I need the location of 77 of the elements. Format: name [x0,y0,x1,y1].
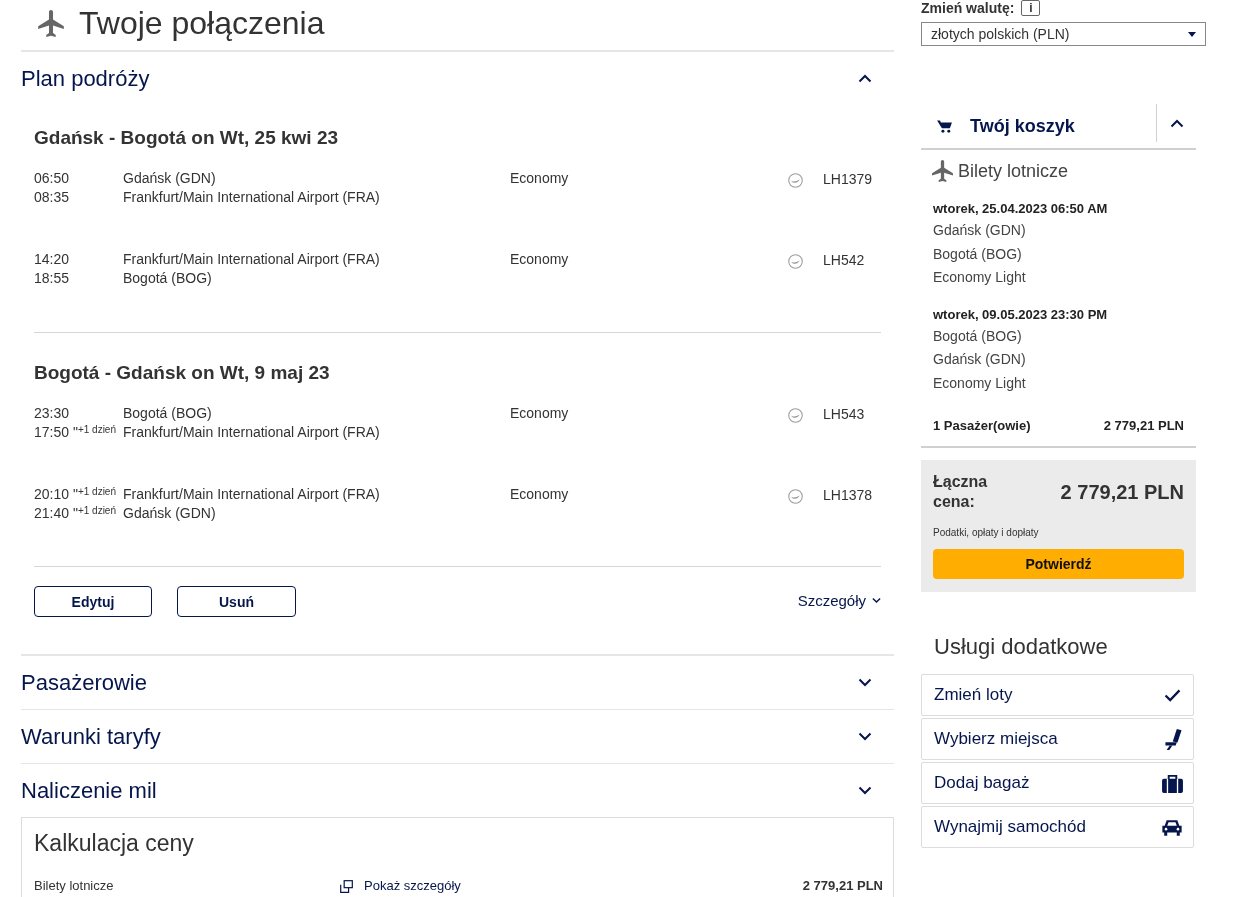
extra-service-button[interactable]: Dodaj bagaż [921,762,1194,804]
accordion-header[interactable]: Naliczenie mil [21,764,894,817]
extras-title: Usługi dodatkowe [933,633,1109,661]
taxes-note: Podatki, opłaty i dopłaty [933,527,1040,539]
bird-emblem-icon [788,407,803,423]
seat-icon [1164,728,1183,750]
currency-select[interactable]: złotych polskich (PLN) [921,22,1206,46]
origin-airport: Frankfurt/Main International Airport (FRA) [123,485,380,504]
page-title: Twoje połączenia [79,4,325,43]
destination-airport: Gdańsk (GDN) [123,504,216,523]
origin-airport: Bogotá (BOG) [123,404,212,423]
departure-time: 20:10 "$^{+1 dzień}$ [34,485,116,504]
flight-number: LH543 [823,405,865,423]
flight-number: LH1379 [823,170,873,188]
bird-emblem-icon [788,488,803,504]
cabin-class: Economy [510,485,569,504]
destination-airport: Frankfurt/Main International Airport (FRA) [123,423,380,442]
arrival-time: 18:55 [34,269,70,288]
flight-detail: Bogotá (BOG) [933,326,1023,346]
action-button[interactable]: Usuń [177,586,296,617]
arrival-time: 08:35 [34,188,70,207]
caret-icon [1188,31,1196,37]
accordion-header[interactable]: Warunki taryfy [21,710,894,763]
action-button[interactable]: Edytuj [34,586,152,617]
details-link[interactable]: Szczegóły [797,592,881,609]
card-title: Kalkulacja ceny [34,829,195,857]
confirm-button[interactable]: Potwierdź [933,549,1184,579]
departure-time: 14:20 [34,250,70,269]
flight-detail: Gdańsk (GDN) [933,350,1027,369]
extra-service-button[interactable]: Zmień loty [921,674,1194,716]
check-icon [1164,688,1181,702]
cabin-class: Economy [510,169,569,188]
passenger-price: 2 779,21 PLN [1103,417,1184,435]
airplane-icon [38,9,64,37]
bound-heading: Gdańsk - Bogotá on Wt, 25 kwi 23 [34,126,340,150]
show-details-link[interactable]: Pokaż szczegóły [364,879,461,893]
overlapping-squares-icon [340,879,353,893]
destination-airport: Frankfurt/Main International Airport (FRA) [123,188,380,207]
flight-detail: Economy Light [933,373,1027,393]
currency-label: Zmień walutę: [921,0,1015,16]
total-label: Łączna cena: [933,472,989,512]
total-price: 2 779,21 PLN [1060,480,1184,504]
flight-number: LH542 [823,251,865,269]
departure-time: 06:50 [34,169,70,188]
flight-date: wtorek, 25.04.2023 06:50 AM [933,200,1109,218]
bird-emblem-icon [788,253,803,269]
suitcase-icon [1162,773,1183,793]
price-label: Bilety lotnicze [34,879,115,893]
info-button[interactable]: i [1021,0,1041,16]
cabin-class: Economy [510,250,569,269]
destination-airport: Bogotá (BOG) [123,269,212,288]
car-icon [1161,818,1183,836]
price-amount: 2 779,21 PLN [802,879,883,893]
cart-icon [937,119,952,133]
extra-service-button[interactable]: Wynajmij samochód [921,806,1194,848]
bound-heading: Bogotá - Gdańsk on Wt, 9 maj 23 [34,361,331,385]
bird-emblem-icon [788,172,803,188]
arrival-time: 21:40 "$^{+1 dzień}$ [34,504,116,523]
accordion-header[interactable]: Pasażerowie [21,656,894,709]
passenger-count: 1 Pasażer(owie) [933,417,1031,435]
cart-title: Twój koszyk [970,115,1075,137]
origin-airport: Gdańsk (GDN) [123,169,216,188]
extra-service-button[interactable]: Wybierz miejsca [921,718,1194,760]
chevron-down-icon [872,597,881,604]
flight-detail: Economy Light [933,268,1027,287]
departure-time: 23:30 [34,404,70,423]
arrival-time: 17:50 "$^{+1 dzień}$ [34,423,116,442]
tickets-heading: Bilety lotnicze [958,160,1069,182]
origin-airport: Frankfurt/Main International Airport (FRA) [123,250,380,269]
flight-detail: Bogotá (BOG) [933,244,1023,264]
flight-detail: Gdańsk (GDN) [933,221,1027,240]
accordion-header[interactable]: Plan podróży [21,52,894,105]
cabin-class: Economy [510,404,569,423]
flight-number: LH1378 [823,486,873,504]
flight-date: wtorek, 09.05.2023 23:30 PM [933,305,1109,324]
airplane-icon [932,160,953,182]
select-value: złotych polskich (PLN) [931,26,1070,42]
